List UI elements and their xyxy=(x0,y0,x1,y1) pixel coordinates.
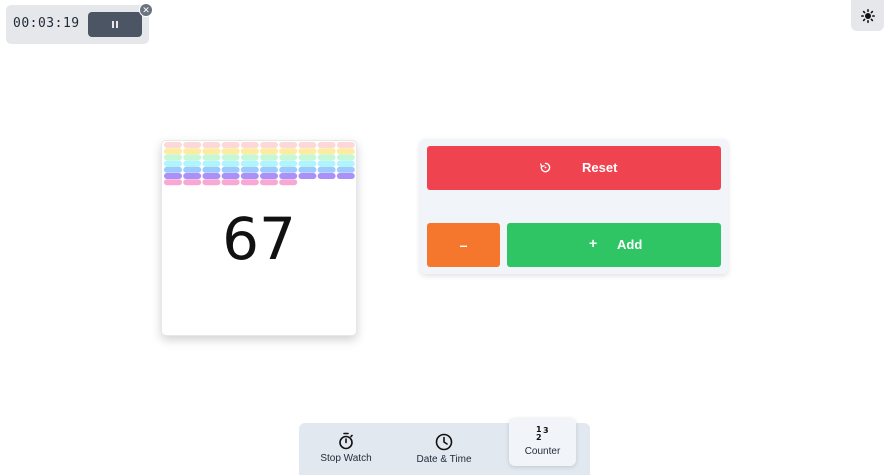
count-pill xyxy=(260,166,278,173)
count-pill xyxy=(240,160,259,167)
count-pill-grid xyxy=(164,142,355,186)
reset-label: Reset xyxy=(582,160,618,175)
add-button[interactable]: + Add xyxy=(507,223,721,267)
count-pill xyxy=(183,148,202,155)
count-pill xyxy=(164,179,182,186)
count-pill xyxy=(317,173,336,179)
add-label: Add xyxy=(617,237,643,252)
count-pill xyxy=(260,179,278,186)
theme-toggle-button[interactable] xyxy=(851,0,884,31)
counter-value: 67 xyxy=(222,205,296,273)
count-pill xyxy=(202,154,221,161)
count-pill xyxy=(260,160,278,167)
clock-icon xyxy=(435,433,453,451)
reset-button[interactable]: Reset xyxy=(427,146,721,190)
count-pill xyxy=(240,166,259,173)
count-pill xyxy=(221,173,240,179)
count-pill xyxy=(298,166,317,173)
sun-icon xyxy=(860,8,875,23)
count-pill xyxy=(298,173,317,179)
count-pill xyxy=(183,160,202,167)
decrement-button[interactable]: – xyxy=(427,223,500,267)
plus-icon: + xyxy=(589,235,598,251)
count-pill xyxy=(260,148,278,155)
count-pill xyxy=(164,154,182,161)
count-pill xyxy=(164,166,182,173)
nav-label-stop-watch: Stop Watch xyxy=(320,453,372,464)
count-pill xyxy=(202,166,221,173)
count-pill xyxy=(221,154,240,161)
count-pill xyxy=(164,142,182,148)
count-pill xyxy=(279,160,298,167)
count-pill xyxy=(336,160,355,167)
count-pill xyxy=(202,179,221,186)
count-pill xyxy=(279,148,298,155)
mini-timer-widget: 00:03:19 ✕ xyxy=(6,3,153,44)
nav-label-date-time: Date & Time xyxy=(416,454,472,465)
nav-label-counter: Counter xyxy=(524,446,561,457)
count-pill xyxy=(183,173,202,179)
count-pill xyxy=(336,154,355,161)
svg-text:2: 2 xyxy=(536,433,542,442)
count-pill xyxy=(202,173,221,179)
stopwatch-icon xyxy=(339,432,353,450)
nav-item-date-time[interactable]: Date & Time xyxy=(412,433,476,465)
pause-icon xyxy=(112,21,114,28)
count-pill xyxy=(164,173,182,179)
count-pill xyxy=(298,160,317,167)
count-pill xyxy=(240,148,259,155)
count-pill xyxy=(317,166,336,173)
bottom-nav: Stop Watch Date & Time 1 3 2 Counter xyxy=(299,418,590,475)
count-pill xyxy=(240,154,259,161)
count-pill xyxy=(221,142,240,148)
count-pill xyxy=(317,148,336,155)
count-pill xyxy=(183,166,202,173)
count-pill xyxy=(260,142,278,148)
count-pill xyxy=(183,179,202,186)
count-pill xyxy=(183,142,202,148)
counter-controls: Reset – + Add xyxy=(420,139,728,274)
count-pill xyxy=(336,148,355,155)
count-pill xyxy=(221,166,240,173)
reset-icon xyxy=(540,162,551,173)
count-pill xyxy=(240,173,259,179)
count-pill xyxy=(202,148,221,155)
nav-item-stop-watch[interactable]: Stop Watch xyxy=(316,432,376,464)
elapsed-time: 00:03:19 xyxy=(13,16,80,31)
count-pill xyxy=(317,154,336,161)
counter-card: 67 xyxy=(161,140,357,336)
count-pill xyxy=(279,142,298,148)
count-pill xyxy=(164,148,182,155)
count-pill xyxy=(202,160,221,167)
count-pill xyxy=(183,154,202,161)
count-pill xyxy=(260,173,278,179)
close-timer-button[interactable]: ✕ xyxy=(139,3,153,17)
count-pill xyxy=(221,148,240,155)
count-pill xyxy=(279,166,298,173)
nav-item-counter[interactable]: 1 3 2 Counter xyxy=(509,418,576,466)
count-pill xyxy=(202,142,221,148)
svg-text:3: 3 xyxy=(543,426,549,435)
count-pill xyxy=(279,154,298,161)
count-pill xyxy=(317,160,336,167)
count-pill xyxy=(298,142,317,148)
minus-icon: – xyxy=(459,237,468,253)
count-pill xyxy=(298,148,317,155)
count-pill xyxy=(336,173,355,179)
count-pill xyxy=(279,179,298,186)
count-pill xyxy=(336,166,355,173)
count-pill xyxy=(279,173,298,179)
count-pill xyxy=(260,154,278,161)
count-pill xyxy=(298,154,317,161)
count-pill xyxy=(240,179,259,186)
count-pill xyxy=(164,160,182,167)
numbers-icon: 1 3 2 xyxy=(536,425,549,442)
count-pill xyxy=(336,142,355,148)
pause-button[interactable] xyxy=(88,12,142,37)
count-pill xyxy=(221,160,240,167)
count-pill xyxy=(317,142,336,148)
close-icon: ✕ xyxy=(142,4,150,15)
count-pill xyxy=(240,142,259,148)
count-pill xyxy=(221,179,240,186)
